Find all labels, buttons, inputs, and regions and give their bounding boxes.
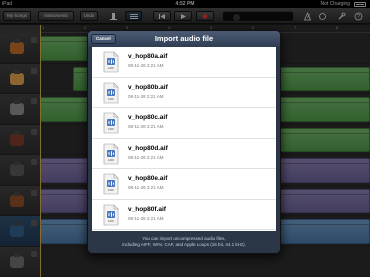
aiff-file-icon: AIFF [100,112,122,134]
file-date: 08-11-28 2:21 AM [128,185,164,190]
file-row[interactable]: AIFF v_hop80d.aif 08-11-28 2:21 AM [92,139,276,169]
file-row[interactable]: AIFF v_hop80f.aif 08-11-28 2:21 AM [92,200,276,230]
file-type-label: AIFF [107,96,115,101]
file-row[interactable]: AIFF v_hop80c.aif 08-11-28 2:21 AM [92,108,276,139]
aiff-file-icon: AIFF [100,51,122,73]
footer-line: You can import uncompressed audio files, [142,236,226,241]
file-date: 08-11-28 2:21 AM [128,154,164,160]
file-date: 08-11-28 2:21 AM [128,215,164,221]
aiff-file-icon: AIFF [100,143,122,165]
file-type-label: AIFF [107,157,115,162]
file-type-label: AIFF [107,188,115,192]
file-name: v_hop80a.aif [128,53,168,60]
file-name: v_hop80d.aif [128,144,168,152]
file-date: 08-11-28 2:21 AM [128,63,164,68]
file-row[interactable]: AIFF v_hop80b.aif 08-11-28 2:21 AM [92,78,276,108]
file-type-label: AIFF [107,218,115,223]
file-row[interactable]: AIFF v_hop80a.aif 08-11-28 2:21 AM [92,47,276,78]
cancel-button[interactable]: Cancel [91,34,116,44]
aiff-file-icon: AIFF [100,204,122,226]
import-audio-popover: Import audio file Cancel AIFF v_hop80a.ai… [87,30,281,254]
file-type-label: AIFF [107,66,115,70]
footer-line: including AIFF, WAV, CAF, and Apple Loop… [122,242,246,247]
file-name: v_hop80c.aif [128,114,168,121]
file-name: v_hop80b.aif [128,83,168,91]
file-list: AIFF v_hop80a.aif 08-11-28 2:21 AM AIFF v_ho… [92,47,276,231]
popover-title: Import audio file [154,34,214,43]
aiff-file-icon: AIFF [100,173,122,195]
file-name: v_hop80e.aif [128,175,168,182]
file-row[interactable]: AIFF v_hop80e.aif 08-11-28 2:21 AM [92,169,276,200]
file-type-label: AIFF [107,127,115,131]
import-info-footer: You can import uncompressed audio files,… [92,231,276,251]
file-date: 08-11-28 2:21 AM [128,124,164,129]
file-date: 08-11-28 2:21 AM [128,93,164,99]
aiff-file-icon: AIFF [100,82,122,104]
file-name: v_hop80f.aif [128,205,166,213]
popover-header: Import audio file Cancel [88,31,280,47]
